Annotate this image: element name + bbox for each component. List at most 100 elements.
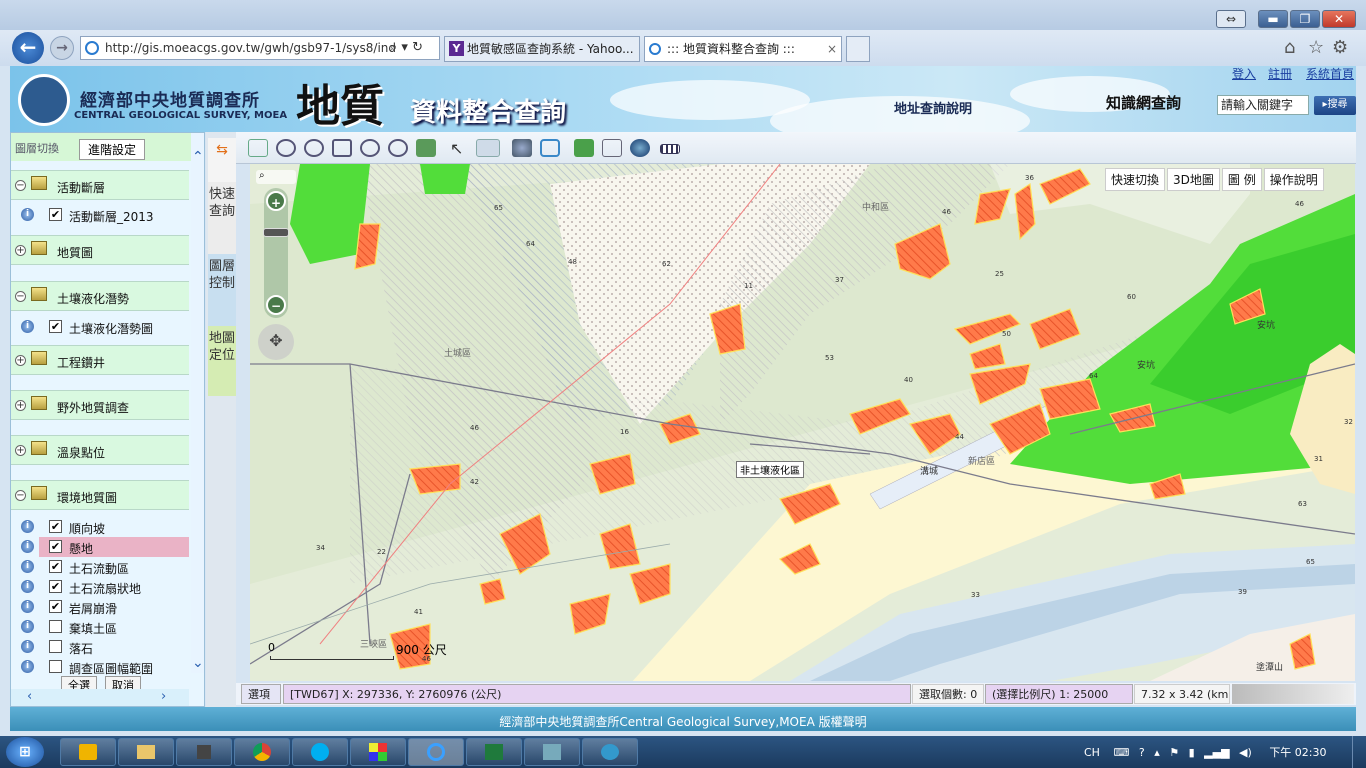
camera-icon[interactable] bbox=[540, 139, 560, 157]
back-arrow-icon[interactable]: ← bbox=[12, 32, 44, 64]
scroll-up-icon[interactable]: ⌃ bbox=[192, 149, 204, 165]
info-icon[interactable]: i bbox=[21, 208, 34, 221]
layer-group-active-fault[interactable]: − 活動斷層 bbox=[11, 170, 189, 200]
layer-checkbox[interactable] bbox=[49, 640, 62, 653]
layer-item[interactable]: i 棄填土區 bbox=[11, 617, 189, 637]
layer-checkbox[interactable]: ✔ bbox=[49, 320, 62, 333]
layer-item[interactable]: i ✔ 活動斷層_2013 bbox=[11, 205, 189, 225]
info-icon[interactable]: i bbox=[21, 320, 34, 333]
legend-button[interactable]: 圖 例 bbox=[1221, 168, 1262, 191]
zoom-slider[interactable]: + − bbox=[263, 188, 289, 318]
layer-item[interactable]: i ✔ 土壤液化潛勢圖 bbox=[11, 317, 189, 337]
layer-item[interactable]: i ✔ 順向坡 bbox=[11, 517, 189, 537]
layer-item[interactable]: i ✔ 土石流動區 bbox=[11, 557, 189, 577]
layer-item-selected[interactable]: i ✔ 懸地 bbox=[11, 537, 189, 557]
taskbar-excel-icon[interactable] bbox=[466, 738, 522, 766]
taskbar-app-icon[interactable] bbox=[350, 738, 406, 766]
new-tab-button[interactable] bbox=[846, 36, 870, 62]
address-query-help-link[interactable]: 地址查詢說明 bbox=[894, 98, 972, 117]
gear-icon[interactable]: ⚙ bbox=[1332, 37, 1348, 58]
taskbar-media-icon[interactable] bbox=[176, 738, 232, 766]
pan-arrows-icon[interactable]: ✥ bbox=[258, 324, 294, 360]
layer-group-field-survey[interactable]: + 野外地質調查 bbox=[11, 390, 189, 420]
zoom-in-button[interactable]: + bbox=[266, 191, 286, 211]
3d-map-button[interactable]: 3D地圖 bbox=[1167, 168, 1220, 191]
show-hidden-icons[interactable]: ▴ bbox=[1154, 746, 1160, 759]
taskbar-chrome-icon[interactable] bbox=[234, 738, 290, 766]
login-link[interactable]: 登入 bbox=[1232, 66, 1256, 82]
layer-group-geology-map[interactable]: + 地質圖 bbox=[11, 235, 189, 265]
info-icon[interactable]: i bbox=[21, 640, 34, 653]
operation-help-button[interactable]: 操作說明 bbox=[1263, 168, 1324, 191]
layer-group-environment[interactable]: − 環境地質圖 bbox=[11, 480, 189, 510]
scroll-left-icon[interactable]: ‹ bbox=[27, 689, 32, 704]
scale-select[interactable]: (選擇比例尺) 1: 25000 bbox=[985, 684, 1133, 704]
expand-icon[interactable]: + bbox=[15, 355, 26, 366]
collapse-icon[interactable]: − bbox=[15, 490, 26, 501]
layer-item[interactable]: i 調查區圖幅範圍 bbox=[11, 657, 189, 677]
register-link[interactable]: 註冊 bbox=[1268, 66, 1292, 82]
taskbar-image-icon[interactable] bbox=[524, 738, 580, 766]
full-extent-icon[interactable] bbox=[248, 139, 268, 157]
layers-icon[interactable] bbox=[416, 139, 436, 157]
magnifier-icon[interactable]: ⌕ bbox=[256, 170, 296, 184]
layer-item[interactable]: i ✔ 岩屑崩滑 bbox=[11, 597, 189, 617]
keyboard-icon[interactable]: ⌨ bbox=[1113, 746, 1129, 759]
taskbar-explorer-icon[interactable] bbox=[118, 738, 174, 766]
layer-group-boreholes[interactable]: + 工程鑽井 bbox=[11, 345, 189, 375]
layer-checkbox[interactable] bbox=[49, 660, 62, 673]
info-icon[interactable]: i bbox=[21, 520, 34, 533]
taskbar-outlook-icon[interactable] bbox=[60, 738, 116, 766]
info-icon[interactable]: i bbox=[21, 580, 34, 593]
scroll-right-icon[interactable]: › bbox=[161, 689, 166, 704]
collapse-icon[interactable]: − bbox=[15, 291, 26, 302]
info-icon[interactable]: i bbox=[21, 620, 34, 633]
map-canvas[interactable]: 65 64 48 62 11 37 36 46 25 46 60 50 53 4… bbox=[250, 164, 1355, 681]
layer-checkbox[interactable]: ✔ bbox=[49, 520, 62, 533]
tab-quick-query[interactable]: 快速查詢 bbox=[208, 182, 236, 254]
zoom-in-icon[interactable] bbox=[360, 139, 380, 157]
taskbar-ie-icon[interactable] bbox=[408, 738, 464, 766]
zoom-out-button[interactable]: − bbox=[266, 295, 286, 315]
windows-start-icon[interactable]: ⊞ bbox=[6, 737, 44, 767]
layer-checkbox[interactable]: ✔ bbox=[49, 600, 62, 613]
scroll-down-icon[interactable]: ⌄ bbox=[192, 655, 204, 671]
advanced-settings-button[interactable]: 進階設定 bbox=[79, 139, 146, 160]
layer-checkbox[interactable]: ✔ bbox=[49, 540, 62, 553]
forward-arrow-icon[interactable]: → bbox=[50, 36, 74, 60]
ruler-icon[interactable] bbox=[660, 144, 680, 154]
expand-icon[interactable]: + bbox=[15, 245, 26, 256]
layer-checkbox[interactable] bbox=[49, 620, 62, 633]
layer-checkbox[interactable]: ✔ bbox=[49, 580, 62, 593]
maximize-button[interactable]: ❐ bbox=[1290, 10, 1320, 28]
close-tab-icon[interactable]: × bbox=[827, 37, 837, 61]
taskbar-skype-icon[interactable] bbox=[292, 738, 348, 766]
horizontal-scrollbar[interactable]: ‹ › bbox=[11, 689, 189, 706]
layer-checkbox[interactable]: ✔ bbox=[49, 208, 62, 221]
pointer-icon[interactable]: ↖ bbox=[450, 139, 470, 158]
pan-tool-icon[interactable] bbox=[476, 139, 500, 157]
zoom-out-box-icon[interactable] bbox=[304, 139, 324, 157]
show-desktop-button[interactable] bbox=[1352, 736, 1366, 768]
help-icon[interactable]: ? bbox=[1139, 746, 1145, 759]
layer-item[interactable]: i ✔ 土石流扇狀地 bbox=[11, 577, 189, 597]
home-icon[interactable]: ⌂ bbox=[1284, 37, 1295, 58]
globe-icon[interactable] bbox=[630, 139, 650, 157]
quick-switch-button[interactable]: 快速切換 bbox=[1105, 168, 1166, 191]
network-icon[interactable]: ▂▄▆ bbox=[1204, 746, 1229, 759]
address-bar[interactable]: http://gis.moeacgs.gov.tw/gwh/gsb97-1/sy… bbox=[80, 36, 440, 60]
favorites-star-icon[interactable]: ☆ bbox=[1308, 37, 1324, 58]
restore-tabs-button[interactable]: ⇔ bbox=[1216, 10, 1246, 28]
search-button[interactable]: ▸搜尋 bbox=[1314, 96, 1356, 115]
info-icon[interactable]: i bbox=[21, 660, 34, 673]
collapse-icon[interactable]: − bbox=[15, 180, 26, 191]
zoom-slider-handle[interactable] bbox=[263, 228, 289, 237]
taskbar-wave-icon[interactable] bbox=[582, 738, 638, 766]
minimize-button[interactable]: ▬ bbox=[1258, 10, 1288, 28]
tab-map-locate[interactable]: 地圖定位 bbox=[208, 326, 236, 396]
tab-layer-control[interactable]: 圖層控制 bbox=[208, 254, 236, 326]
tab-yahoo[interactable]: Y 地質敏感區查詢系統 - Yahoo... bbox=[444, 36, 640, 62]
volume-icon[interactable]: ◀) bbox=[1239, 746, 1252, 759]
info-icon[interactable]: i bbox=[21, 560, 34, 573]
edit-icon[interactable] bbox=[602, 139, 622, 157]
